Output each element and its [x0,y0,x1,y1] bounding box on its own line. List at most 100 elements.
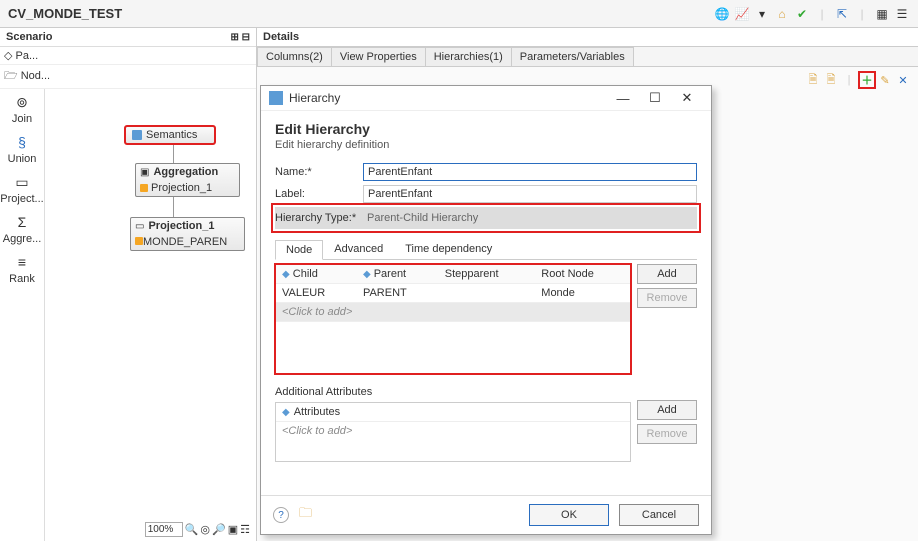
chart-icon[interactable]: 📈 [734,6,750,22]
cancel-button[interactable]: Cancel [619,504,699,526]
additional-attributes-label: Additional Attributes [275,386,697,398]
semantics-icon [132,130,142,140]
attr-header: ◆Attributes [276,403,630,422]
name-row: Name:* [275,163,697,181]
attr-remove-button[interactable]: Remove [637,424,697,444]
tab-params[interactable]: Parameters/Variables [511,47,634,66]
node-aggregation[interactable]: ▣Aggregation Projection_1 [135,163,240,197]
doc1-icon[interactable]: 🗎 [806,73,820,87]
label-input[interactable] [363,185,697,203]
palette-tab[interactable]: ◇ Pa... [4,49,38,62]
globe-icon[interactable]: 🌐 [714,6,730,22]
fit-icon[interactable]: ▣ [228,523,238,536]
tool-join[interactable]: ⊚Join [2,93,42,125]
diamond-icon: ◆ [282,407,290,418]
diamond-icon: ◆ [363,269,371,280]
tool-union[interactable]: §Union [2,133,42,165]
edit-icon[interactable]: ✎ [878,73,892,87]
dialog-titlebar: Hierarchy — ☐ ✕ [261,86,711,111]
hierarchy-type-value[interactable]: Parent-Child Hierarchy [363,210,697,226]
tool-aggre[interactable]: ΣAggre... [2,213,42,245]
dot-icon [140,184,148,192]
attributes-grid[interactable]: ◆Attributes <Click to add> [275,402,631,462]
dialog-icon [269,91,283,105]
home-icon[interactable]: ⌂ [774,6,790,22]
connector [173,145,174,163]
zoom-out-icon[interactable]: 🔍 [185,523,199,536]
scenario-canvas[interactable]: Semantics ▣Aggregation Projection_1 ▭Pro… [45,89,256,541]
node-grid[interactable]: ◆ Child ◆ Parent Stepparent Root Node VA… [275,264,631,374]
view-title: CV_MONDE_TEST [8,6,714,21]
close-button[interactable]: ✕ [671,90,703,106]
check-icon[interactable]: ✔ [794,6,810,22]
dialog-desc: Edit hierarchy definition [275,139,697,151]
zoom-reset-icon[interactable]: ◎ [200,523,210,536]
hierarchy-type-label: Hierarchy Type:* [275,212,363,224]
dialog-heading: Edit Hierarchy [275,121,697,137]
attr-buttons: Add Remove [637,400,697,462]
palette-row: ⊚Join §Union ▭Project... ΣAggre... ≡Rank… [0,89,256,541]
layout2-icon[interactable]: ☰ [894,6,910,22]
dialog-footer: ? 🗀 OK Cancel [261,495,711,534]
doc2-icon[interactable]: 🗎 [824,73,838,87]
layout1-icon[interactable]: ▦ [874,6,890,22]
tab-viewprops[interactable]: View Properties [331,47,426,66]
tool-project[interactable]: ▭Project... [2,173,42,205]
nodes-tab[interactable]: 🗁 Nod... [4,67,50,86]
tab-hierarchies[interactable]: Hierarchies(1) [425,47,512,66]
attr-add-row[interactable]: <Click to add> [276,422,630,440]
layout-icon[interactable]: ☶ [240,523,250,536]
attr-grid-wrap: ◆Attributes <Click to add> Add Remove [275,400,697,462]
expand-icon[interactable]: ⊞ ⊟ [230,32,250,43]
node-aggregation-sub: Projection_1 [151,182,212,194]
label-row: Label: [275,185,697,203]
maximize-button[interactable]: ☐ [639,90,671,106]
node-semantics[interactable]: Semantics [125,126,215,144]
delete-icon[interactable]: ✕ [896,73,910,87]
dialog-body: Edit Hierarchy Edit hierarchy definition… [261,111,711,495]
node-projection1-sub: MONDE_PAREN [143,236,227,248]
add-button[interactable]: Add [637,264,697,284]
details-tabs: Columns(2) View Properties Hierarchies(1… [257,47,918,67]
node-aggregation-label: Aggregation [153,166,218,178]
subtab-advanced[interactable]: Advanced [323,239,394,259]
tool-palette: ⊚Join §Union ▭Project... ΣAggre... ≡Rank [0,89,45,541]
grid-data-row[interactable]: VALEUR PARENT Monde [276,284,630,303]
grid-buttons: Add Remove [637,264,697,374]
node-projection1-label: Projection_1 [148,220,214,232]
subtab-timedep[interactable]: Time dependency [394,239,503,259]
grid-header-row: ◆ Child ◆ Parent Stepparent Root Node [276,265,630,284]
scenario-header: Scenario ⊞ ⊟ [0,28,256,47]
subtab-node[interactable]: Node [275,240,323,260]
node-projection1[interactable]: ▭Projection_1 MONDE_PAREN [130,217,245,251]
dropdown-icon[interactable]: ▾ [754,6,770,22]
zoom-bar: 🔍 ◎ 🔎 ▣ ☶ [145,522,250,537]
grid-add-row[interactable]: <Click to add> [276,303,630,322]
zoom-input[interactable] [145,522,183,537]
tool-rank[interactable]: ≡Rank [2,253,42,285]
title-toolbar: 🌐 📈 ▾ ⌂ ✔ | ⇱ | ▦ ☰ [714,6,910,22]
name-label: Name:* [275,166,363,178]
details-header: Details [257,28,918,47]
divider: | [814,6,830,22]
dialog-title: Hierarchy [289,91,607,105]
minimize-button[interactable]: — [607,91,639,106]
export-icon[interactable]: ⇱ [834,6,850,22]
attr-add-button[interactable]: Add [637,400,697,420]
add-hierarchy-button[interactable]: ＋ [860,73,874,87]
label-label: Label: [275,188,363,200]
zoom-in-icon[interactable]: 🔎 [212,523,226,536]
ok-button[interactable]: OK [529,504,609,526]
remove-button[interactable]: Remove [637,288,697,308]
hierarchy-toolbar: 🗎 🗎 | ＋ ✎ ✕ [806,73,910,87]
folder-icon[interactable]: 🗀 [299,504,312,526]
help-icon[interactable]: ? [273,507,289,523]
name-input[interactable] [363,163,697,181]
divider: | [854,6,870,22]
scenario-pane: Scenario ⊞ ⊟ ◇ Pa... 🗁 Nod... ⊚Join §Uni… [0,28,257,541]
subtabs: Node Advanced Time dependency [275,239,697,260]
hierarchy-type-row: Hierarchy Type:* Parent-Child Hierarchy [275,207,697,229]
tab-columns[interactable]: Columns(2) [257,47,332,66]
node-semantics-label: Semantics [146,129,197,141]
node-grid-wrap: ◆ Child ◆ Parent Stepparent Root Node VA… [275,264,697,374]
